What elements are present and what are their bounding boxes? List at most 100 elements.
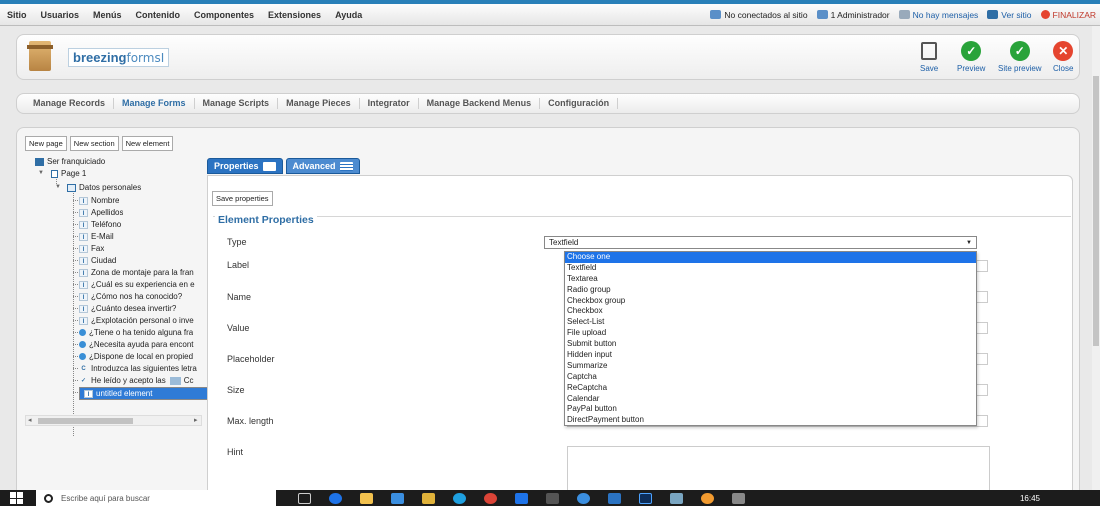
dropbox-icon[interactable]	[391, 492, 404, 504]
photoshop-icon[interactable]	[639, 492, 652, 504]
menu-menus[interactable]: Menús	[86, 10, 129, 20]
form-icon	[35, 157, 44, 166]
type-option[interactable]: Calendar	[565, 394, 976, 405]
tree-item[interactable]: I ¿Cómo nos ha conocido?	[79, 291, 182, 302]
text-icon: I	[79, 196, 88, 205]
save-properties-button[interactable]: Save properties	[212, 191, 273, 206]
type-select[interactable]: Textfield ▼	[544, 236, 977, 249]
nav-manage-forms[interactable]: Manage Forms	[114, 98, 195, 109]
list-icon	[339, 161, 353, 171]
type-option[interactable]: Checkbox group	[565, 296, 976, 307]
outlook-icon[interactable]	[515, 492, 528, 504]
calculator-icon[interactable]	[732, 492, 745, 504]
type-option[interactable]: Summarize	[565, 361, 976, 372]
tree-item[interactable]: ¿Tiene o ha tenido alguna fra	[79, 327, 193, 338]
site-preview-button[interactable]: ✓ Site preview	[998, 41, 1042, 73]
new-section-button[interactable]: New section	[69, 136, 119, 151]
type-option[interactable]: Captcha	[565, 372, 976, 383]
page-vertical-scrollbar[interactable]	[1092, 26, 1100, 490]
type-option[interactable]: PayPal button	[565, 404, 976, 415]
nav-manage-backend-menus[interactable]: Manage Backend Menus	[419, 98, 541, 109]
nav-manage-scripts[interactable]: Manage Scripts	[195, 98, 279, 109]
preview-button[interactable]: ✓ Preview	[957, 41, 985, 73]
file-icon[interactable]	[422, 492, 435, 504]
windows-start-icon[interactable]	[10, 492, 24, 504]
menu-contenido[interactable]: Contenido	[129, 10, 188, 20]
type-option[interactable]: DirectPayment button	[565, 415, 976, 426]
box-logo-icon	[27, 41, 53, 71]
type-option[interactable]: Textfield	[565, 263, 976, 274]
tree-page[interactable]: Page 1	[51, 168, 86, 179]
type-option[interactable]: Radio group	[565, 285, 976, 296]
task-view-icon[interactable]	[298, 492, 311, 504]
component-header: breezing forms I Save ✓ Preview ✓ Site pre…	[16, 34, 1080, 80]
folder-icon[interactable]	[360, 492, 373, 504]
menu-sitio[interactable]: Sitio	[0, 10, 34, 20]
view-site-link[interactable]: Ver sitio	[987, 10, 1032, 20]
tab-advanced[interactable]: Advanced	[285, 158, 360, 174]
app-icon[interactable]	[608, 492, 621, 504]
menu-usuarios[interactable]: Usuarios	[34, 10, 87, 20]
browser-icon[interactable]	[577, 492, 590, 504]
menu-extensiones[interactable]: Extensiones	[261, 10, 328, 20]
search-icon	[44, 493, 53, 503]
tree-item[interactable]: C Introduzca las siguientes letra	[79, 363, 197, 374]
paint-icon[interactable]	[701, 492, 714, 504]
nav-configuracion[interactable]: Configuración	[540, 98, 619, 109]
tree-item-selected[interactable]: Iuntitled element	[79, 387, 215, 400]
scroll-left-icon[interactable]: ◂	[28, 416, 32, 424]
status-messages[interactable]: No hay mensajes	[898, 10, 978, 20]
nav-manage-pieces[interactable]: Manage Pieces	[278, 98, 360, 109]
tree-horizontal-scrollbar[interactable]: ◂ ▸	[25, 415, 202, 426]
nav-manage-records[interactable]: Manage Records	[25, 98, 115, 109]
collapse-arrow-icon[interactable]: ▼	[38, 170, 44, 176]
edge-icon[interactable]	[329, 492, 342, 504]
tree-item[interactable]: ¿Necesita ayuda para encont	[79, 339, 194, 350]
tree-item[interactable]: I E-Mail	[79, 231, 114, 242]
nav-integrator[interactable]: Integrator	[360, 98, 419, 109]
type-option[interactable]: Hidden input	[565, 350, 976, 361]
mail-icon	[898, 10, 910, 19]
chrome-icon[interactable]	[484, 492, 497, 504]
tree-item[interactable]: ¿Dispone de local en propied	[79, 351, 193, 362]
taskbar-search[interactable]: Escribe aquí para buscar	[36, 490, 276, 506]
logout-link[interactable]: FINALIZAR	[1040, 10, 1096, 20]
tree-root[interactable]: Ser franquiciado	[35, 156, 105, 167]
tree-item[interactable]: I Ciudad	[79, 255, 116, 266]
menu-componentes[interactable]: Componentes	[187, 10, 261, 20]
skype-icon[interactable]	[453, 492, 466, 504]
type-option[interactable]: Checkbox	[565, 306, 976, 317]
tree-item[interactable]: I Nombre	[79, 195, 119, 206]
notepad-icon[interactable]	[670, 492, 683, 504]
tree-item[interactable]: I Teléfono	[79, 219, 121, 230]
tree-item[interactable]: I Apellidos	[79, 207, 123, 218]
edit-icon	[262, 161, 276, 171]
type-option[interactable]: Textarea	[565, 274, 976, 285]
save-button[interactable]: Save	[920, 41, 938, 73]
tab-properties[interactable]: Properties	[207, 158, 283, 174]
tree-item[interactable]: I Zona de montaje para la fran	[79, 267, 194, 278]
scroll-thumb[interactable]	[38, 418, 133, 424]
type-option[interactable]: Submit button	[565, 339, 976, 350]
close-icon: ✕	[1053, 41, 1074, 61]
tree-item[interactable]: I ¿Cuánto desea invertir?	[79, 303, 176, 314]
collapse-arrow-icon[interactable]: ▼	[55, 184, 61, 190]
type-option[interactable]: File upload	[565, 328, 976, 339]
type-option[interactable]: ReCaptcha	[565, 383, 976, 394]
type-option[interactable]: Select-List	[565, 317, 976, 328]
new-element-button[interactable]: New element	[121, 136, 174, 151]
tree-item[interactable]: I ¿Explotación personal o inve	[79, 315, 194, 326]
new-page-button[interactable]: New page	[25, 136, 67, 151]
component-nav: Manage Records Manage Forms Manage Scrip…	[16, 93, 1080, 114]
tree-item[interactable]: ✓ He leído y acepto las Cc	[79, 375, 194, 386]
terminal-icon[interactable]	[546, 492, 559, 504]
tree-section[interactable]: Datos personales	[67, 182, 141, 193]
menu-ayuda[interactable]: Ayuda	[328, 10, 369, 20]
tree-item[interactable]: I ¿Cuál es su experiencia en e	[79, 279, 195, 290]
close-button[interactable]: ✕ Close	[1053, 41, 1073, 73]
type-option[interactable]: Choose one	[565, 252, 976, 263]
editor-button-row: New page New section New element	[25, 136, 176, 151]
scroll-thumb[interactable]	[1093, 76, 1099, 346]
tree-item[interactable]: I Fax	[79, 243, 104, 254]
scroll-right-icon[interactable]: ▸	[194, 416, 198, 424]
